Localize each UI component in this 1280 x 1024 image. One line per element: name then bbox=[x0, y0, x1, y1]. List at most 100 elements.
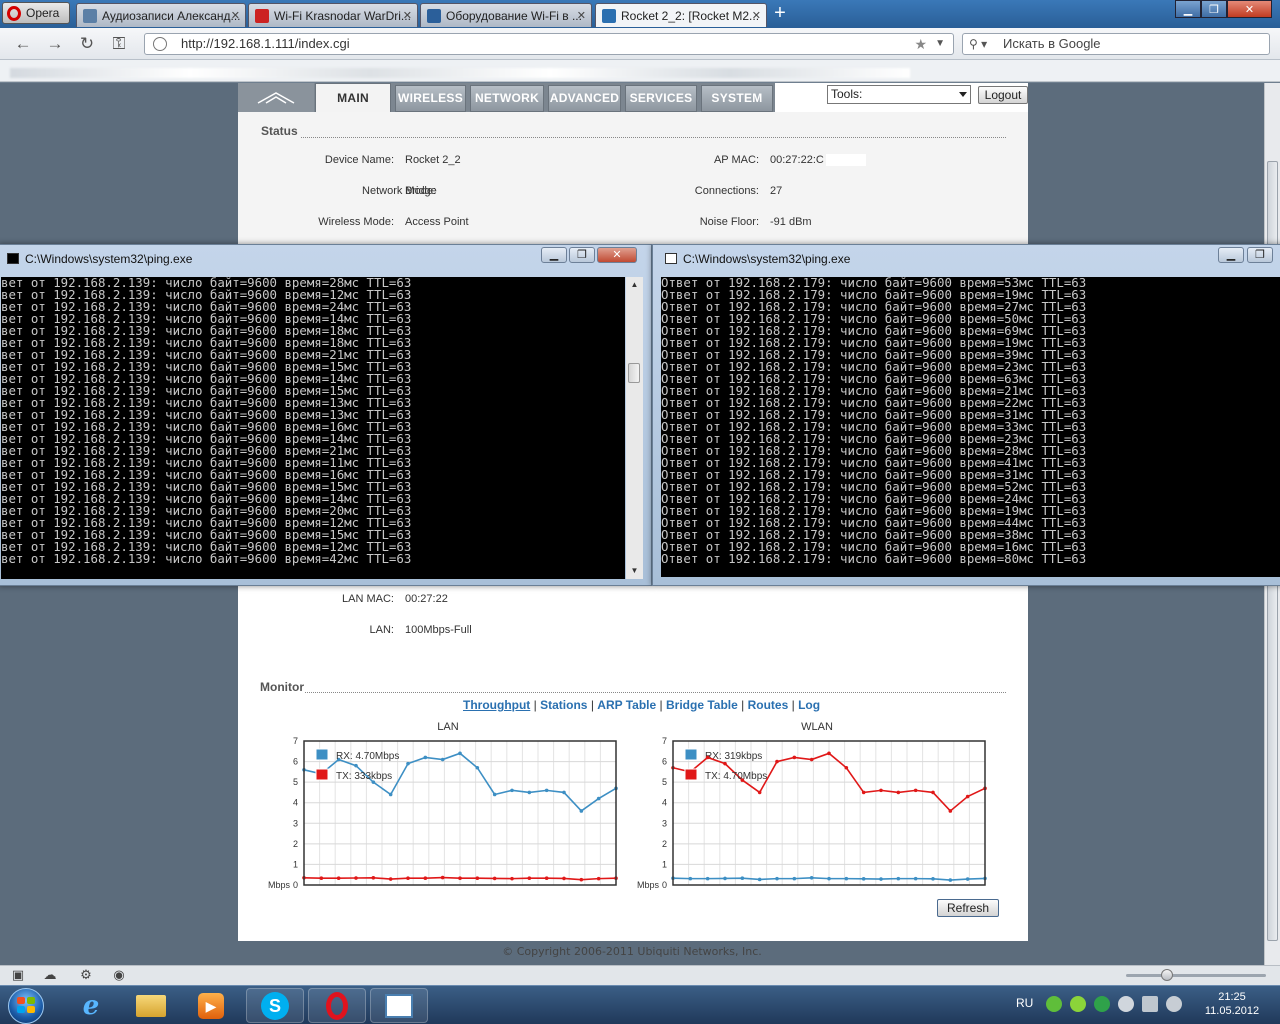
speed-dial-icon[interactable]: ◉ bbox=[111, 968, 127, 982]
url-dropdown-icon[interactable]: ▼ bbox=[935, 34, 945, 54]
data-point bbox=[931, 790, 935, 795]
console-maximize-button[interactable]: ❐ bbox=[1247, 247, 1273, 263]
start-button[interactable] bbox=[3, 987, 51, 1024]
console-icon bbox=[665, 253, 677, 264]
nav-services[interactable]: SERVICES bbox=[625, 85, 697, 112]
zoom-slider-knob[interactable] bbox=[1161, 969, 1173, 981]
zoom-slider[interactable] bbox=[1126, 974, 1266, 977]
nav-wireless[interactable]: WIRELESS bbox=[395, 85, 466, 112]
y-tick-label: 0 bbox=[662, 880, 667, 890]
nav-system[interactable]: SYSTEM bbox=[701, 85, 773, 112]
link-throughput[interactable]: Throughput bbox=[463, 698, 530, 712]
taskbar-explorer[interactable] bbox=[122, 988, 180, 1023]
scroll-down-icon[interactable]: ▼ bbox=[626, 563, 643, 579]
ie-icon: e bbox=[82, 990, 100, 1021]
nav-advanced[interactable]: ADVANCED bbox=[548, 85, 621, 112]
noise-floor-label: Noise Floor: bbox=[699, 216, 759, 228]
data-point bbox=[948, 809, 953, 813]
console-scrollbar[interactable]: ▲ ▼ bbox=[626, 277, 643, 579]
nav-network[interactable]: NETWORK bbox=[470, 85, 544, 112]
link-separator: | bbox=[533, 698, 537, 712]
nav-main[interactable]: MAIN bbox=[315, 83, 391, 112]
clover-tray-icon[interactable] bbox=[1070, 996, 1086, 1012]
back-button[interactable]: ← bbox=[12, 34, 34, 54]
globe-icon bbox=[153, 37, 167, 51]
monitor-divider bbox=[305, 692, 1006, 693]
tools-dropdown[interactable]: Tools: bbox=[827, 85, 971, 104]
link-arp-table[interactable]: ARP Table bbox=[597, 698, 656, 712]
y-tick-label: 6 bbox=[662, 757, 667, 767]
data-point bbox=[757, 790, 762, 795]
url-field[interactable]: http://192.168.1.111/index.cgi ★ ▼ bbox=[144, 33, 954, 55]
tab-close-icon[interactable]: ✕ bbox=[577, 9, 586, 22]
taskbar-media-player[interactable]: ▶ bbox=[182, 988, 240, 1023]
cloud-icon[interactable]: ☁ bbox=[42, 968, 58, 982]
vk-audio-icon bbox=[83, 8, 97, 23]
scroll-up-icon[interactable]: ▲ bbox=[626, 277, 643, 293]
legend-label: RX: 4.70Mbps bbox=[336, 751, 399, 762]
tab-forum[interactable]: Оборудование Wi-Fi в ... ✕ bbox=[420, 3, 592, 27]
data-point bbox=[544, 876, 549, 881]
ping-console-left[interactable]: C:\Windows\system32\ping.exe ▁ ❐ ✕ вет о… bbox=[0, 244, 652, 586]
language-indicator[interactable]: RU bbox=[1016, 996, 1033, 1010]
link-separator: | bbox=[741, 698, 745, 712]
ping-console-right[interactable]: C:\Windows\system32\ping.exe ▁ ❐ Ответ о… bbox=[652, 244, 1280, 586]
data-point bbox=[879, 877, 883, 881]
data-point bbox=[896, 790, 901, 795]
skype-tray-icon[interactable] bbox=[1046, 996, 1062, 1012]
key-icon[interactable]: ⚿ bbox=[108, 34, 130, 54]
forward-button[interactable]: → bbox=[44, 34, 66, 54]
reload-button[interactable]: ↻ bbox=[76, 34, 98, 54]
console-minimize-button[interactable]: ▁ bbox=[541, 247, 567, 263]
legend-swatch bbox=[315, 768, 329, 781]
tab-rocket[interactable]: Rocket 2_2: [Rocket M2... ✕ bbox=[595, 3, 767, 27]
media-player-icon: ▶ bbox=[198, 992, 224, 1019]
console-title-text: C:\Windows\system32\ping.exe bbox=[25, 252, 193, 266]
panel-toggle-icon[interactable]: ▣ bbox=[10, 968, 26, 982]
blurred-bookmarks bbox=[10, 68, 910, 78]
data-point bbox=[406, 761, 410, 766]
taskbar-window[interactable] bbox=[370, 988, 428, 1023]
console-minimize-button[interactable]: ▁ bbox=[1218, 247, 1244, 263]
refresh-button[interactable]: Refresh bbox=[937, 899, 999, 917]
taskbar-opera[interactable] bbox=[308, 988, 366, 1023]
tab-close-icon[interactable]: ✕ bbox=[231, 9, 240, 22]
new-tab-button[interactable]: + bbox=[770, 3, 790, 23]
data-point bbox=[527, 876, 532, 881]
search-field[interactable]: ⚲ ▾ Искать в Google bbox=[962, 33, 1270, 55]
antivirus-tray-icon[interactable] bbox=[1094, 996, 1110, 1012]
console-maximize-button[interactable]: ❐ bbox=[569, 247, 595, 263]
clock[interactable]: 21:25 11.05.2012 bbox=[1196, 990, 1268, 1018]
tab-close-icon[interactable]: ✕ bbox=[752, 9, 761, 22]
tab-wifi-krasnodar[interactable]: Wi-Fi Krasnodar WarDri... ✕ bbox=[248, 3, 418, 27]
taskbar-ie[interactable]: e bbox=[62, 988, 120, 1023]
tab-close-icon[interactable]: ✕ bbox=[403, 9, 412, 22]
data-point bbox=[388, 792, 393, 797]
opera-menu-button[interactable]: Opera bbox=[2, 2, 70, 24]
bookmark-star-icon[interactable]: ★ bbox=[914, 34, 927, 54]
taskbar-skype[interactable]: S bbox=[246, 988, 304, 1023]
wlan-throughput-chart: 01234567MbpsRX: 319kbpsTX: 4.70Mbps bbox=[637, 736, 987, 890]
lan-value: 100Mbps-Full bbox=[405, 624, 472, 636]
ap-mac-value: 00:27:22:C bbox=[770, 154, 824, 166]
tab-vk-audio[interactable]: Аудиозаписи Александ... ✕ bbox=[76, 3, 246, 27]
volume-icon[interactable] bbox=[1118, 996, 1134, 1012]
windows-taskbar: e ▶ S RU 21:25 11.05.2012 bbox=[0, 985, 1280, 1024]
search-icon: ⚲ ▾ bbox=[969, 37, 988, 51]
connections-label: Connections: bbox=[694, 185, 759, 197]
turbo-icon[interactable]: ⚙ bbox=[78, 968, 94, 982]
link-stations[interactable]: Stations bbox=[540, 698, 587, 712]
window-close-button[interactable]: ✕ bbox=[1227, 0, 1272, 18]
link-routes[interactable]: Routes bbox=[748, 698, 789, 712]
network-icon[interactable] bbox=[1142, 996, 1158, 1012]
link-bridge-table[interactable]: Bridge Table bbox=[666, 698, 738, 712]
scroll-thumb[interactable] bbox=[628, 363, 640, 383]
logout-button[interactable]: Logout bbox=[978, 86, 1028, 104]
window-restore-button[interactable]: ❐ bbox=[1201, 0, 1227, 18]
console-close-button[interactable]: ✕ bbox=[597, 247, 637, 263]
link-log[interactable]: Log bbox=[798, 698, 820, 712]
y-axis-label: Mbps bbox=[637, 880, 660, 890]
speaker-icon[interactable] bbox=[1166, 996, 1182, 1012]
monitor-links: Throughput | Stations | ARP Table | Brid… bbox=[463, 698, 820, 712]
window-minimize-button[interactable]: ▁ bbox=[1175, 0, 1201, 18]
